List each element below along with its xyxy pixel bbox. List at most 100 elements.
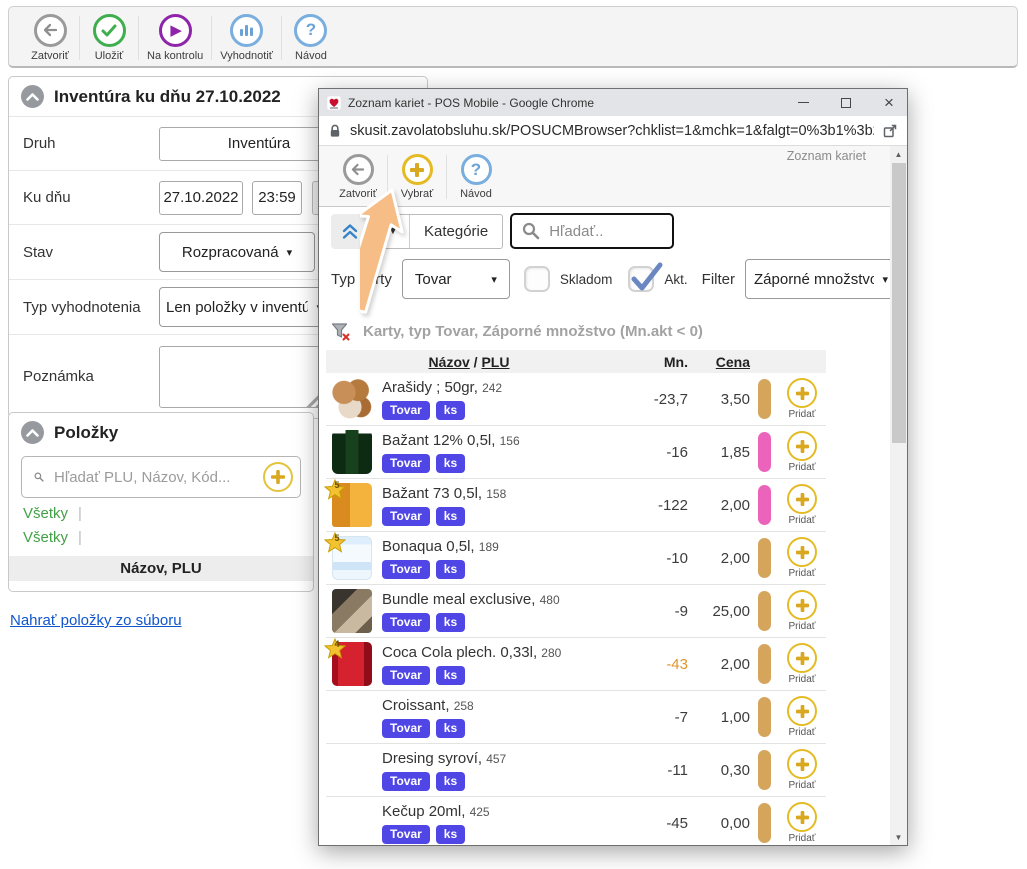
badge-tovar: Tovar (382, 666, 430, 685)
card-row[interactable]: Arašidy ; 50gr, 242 Tovarks -23,7 3,50 P… (326, 373, 826, 426)
category-dropdown-button[interactable]: ▼ (377, 215, 410, 248)
maximize-button[interactable] (828, 89, 864, 116)
popup-address-bar[interactable]: skusit.zavolatobsluhu.sk/POSUCMBrowser?c… (319, 116, 907, 146)
add-card-button[interactable] (787, 749, 817, 779)
quantity-indicator-bar (758, 379, 771, 419)
badge-tovar: Tovar (382, 560, 430, 579)
product-name: Coca Cola plech. 0,33l (382, 644, 533, 661)
product-info: Dresing syroví, 457 Tovarks (382, 750, 612, 791)
card-row[interactable]: 5 Bažant 73 0,5l, 158 Tovarks -122 2,00 … (326, 479, 826, 532)
help-button[interactable]: ? Návod (282, 11, 340, 65)
add-card-button[interactable] (787, 537, 817, 567)
date-field[interactable] (159, 181, 243, 215)
product-plu: 242 (482, 381, 502, 395)
price-value: 25,00 (688, 603, 750, 620)
add-card-button[interactable] (787, 378, 817, 408)
popup-scrollbar[interactable]: ▲ ▼ (890, 146, 907, 845)
product-badges: Tovarks (382, 666, 612, 685)
add-card-button[interactable] (787, 590, 817, 620)
close-button[interactable]: Zatvoriť (21, 11, 79, 65)
druh-label: Druh (23, 135, 159, 152)
scrollbar-thumb[interactable] (892, 163, 906, 443)
time-field[interactable] (252, 181, 302, 215)
open-in-new-icon[interactable] (883, 124, 897, 138)
product-badges: Tovarks (382, 719, 612, 738)
product-plu: 158 (486, 487, 506, 501)
filter-select[interactable]: Záporné množstvo ▾ (745, 259, 897, 299)
popup-content: Zatvoriť Vybrať ? Návod Zoznam kariet (319, 146, 907, 845)
popup-help-button[interactable]: ? Návod (447, 151, 505, 203)
add-card-button[interactable] (787, 484, 817, 514)
evaluate-button-label: Vyhodnotiť (220, 50, 273, 62)
scroll-up-icon[interactable]: ▲ (890, 146, 907, 162)
quantity-indicator-bar (758, 591, 771, 631)
add-card-label: Pridať (788, 462, 815, 473)
filter-all-link-2[interactable]: Všetky (23, 529, 68, 546)
cards-table: Názov / PLU Mn. Cena Arašidy ; 50gr, 242… (326, 350, 826, 845)
card-row[interactable]: Dresing syroví, 457 Tovarks -11 0,30 Pri… (326, 744, 826, 797)
upload-items-link[interactable]: Nahrať položky zo súboru (10, 612, 182, 629)
price-value: 0,00 (688, 815, 750, 832)
sort-by-name-link[interactable]: Názov (429, 354, 470, 370)
card-row[interactable]: 4 Coca Cola plech. 0,33l, 280 Tovarks -4… (326, 638, 826, 691)
popup-close-label: Zatvoriť (339, 188, 377, 200)
popup-search-input[interactable] (549, 223, 649, 240)
save-button[interactable]: Uložiť (80, 11, 138, 65)
add-card-button[interactable] (787, 643, 817, 673)
card-row[interactable]: Bundle meal exclusive, 480 Tovarks -9 25… (326, 585, 826, 638)
collapse-section-icon[interactable] (21, 421, 44, 444)
card-row[interactable]: Kečup 20ml, 425 Tovarks -45 0,00 Pridať (326, 797, 826, 845)
select-button[interactable]: Vybrať (388, 151, 446, 203)
product-plu: 156 (500, 434, 520, 448)
add-item-button[interactable] (263, 462, 293, 492)
to-review-button[interactable]: ▶ Na kontrolu (139, 11, 211, 65)
typ-vyhodnotenia-select[interactable]: Len položky v inventúre ▾ (159, 287, 329, 327)
sort-by-price-header: Cena (688, 354, 750, 370)
product-badges: Tovarks (382, 613, 612, 632)
quantity-value: -7 (612, 709, 688, 726)
plus-icon (796, 440, 809, 453)
filter-all-link-1[interactable]: Všetky (23, 505, 68, 522)
badge-ks: ks (436, 666, 465, 685)
product-image-cell (326, 426, 382, 478)
product-plu: 480 (540, 593, 560, 607)
poznamka-field[interactable] (159, 346, 325, 408)
close-window-button[interactable]: × (871, 89, 907, 116)
popup-filter-row-2: Typ karty Tovar ▾ Skladom Akt. Filter Zá… (331, 259, 897, 299)
active-checkbox[interactable] (628, 266, 654, 292)
stock-checkbox[interactable] (524, 266, 550, 292)
collapse-filters-button[interactable] (331, 214, 369, 249)
sort-by-price-link[interactable]: Cena (716, 354, 750, 370)
card-type-select[interactable]: Tovar ▾ (402, 259, 510, 299)
add-card-button[interactable] (787, 802, 817, 832)
card-row[interactable]: Croissant, 258 Tovarks -7 1,00 Pridať (326, 691, 826, 744)
bar-chart-icon (230, 14, 263, 47)
search-icon (522, 222, 540, 240)
category-button[interactable]: Kategórie (410, 215, 502, 248)
favicon-icon (327, 96, 341, 110)
collapse-section-icon[interactable] (21, 85, 44, 108)
items-column-header: Názov, PLU (9, 556, 313, 581)
popup-title-bar[interactable]: Zoznam kariet - POS Mobile - Google Chro… (319, 89, 907, 116)
card-row[interactable]: Bažant 12% 0,5l, 156 Tovarks -16 1,85 Pr… (326, 426, 826, 479)
product-info: Bažant 12% 0,5l, 156 Tovarks (382, 432, 612, 473)
popup-close-button[interactable]: Zatvoriť (329, 151, 387, 203)
stav-select[interactable]: Rozpracovaná ▾ (159, 232, 315, 272)
add-card-button[interactable] (787, 431, 817, 461)
price-value: 2,00 (688, 497, 750, 514)
items-search-input[interactable] (54, 469, 253, 486)
product-badges: Tovarks (382, 454, 612, 473)
plus-icon (796, 758, 809, 771)
popup-search-box (510, 213, 674, 249)
sort-by-plu-link[interactable]: PLU (481, 354, 509, 370)
minimize-button[interactable] (785, 89, 821, 116)
scroll-down-icon[interactable]: ▼ (890, 829, 907, 845)
evaluate-button[interactable]: Vyhodnotiť (212, 11, 281, 65)
card-row[interactable]: 5 Bonaqua 0,5l, 189 Tovarks -10 2,00 Pri… (326, 532, 826, 585)
add-cell: Pridať (778, 537, 826, 579)
add-card-button[interactable] (787, 696, 817, 726)
check-icon (93, 14, 126, 47)
product-plu: 189 (479, 540, 499, 554)
chevron-down-icon: ▾ (287, 246, 293, 259)
add-cell: Pridať (778, 802, 826, 844)
